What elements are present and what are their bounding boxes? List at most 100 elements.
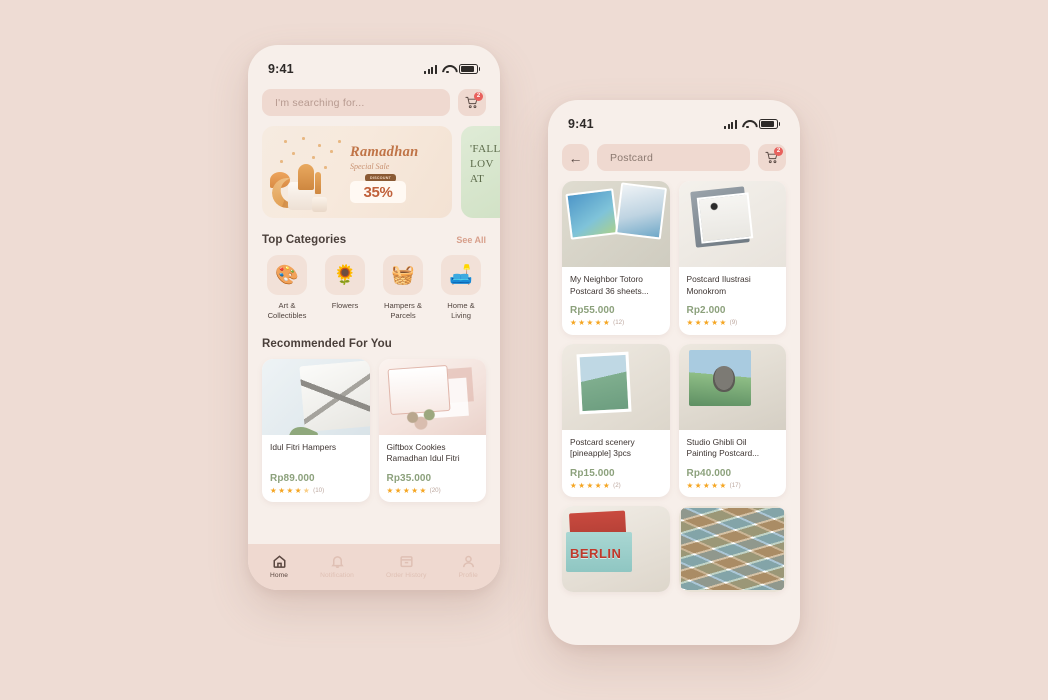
product-image xyxy=(378,358,486,435)
back-button[interactable]: ← xyxy=(562,144,589,171)
star-icon: ★ xyxy=(711,480,718,490)
star-icon: ★ xyxy=(570,318,577,327)
banner-carousel[interactable]: Ramadhan Special Sale DISCOUNT 35% 'FALL… xyxy=(248,126,500,218)
cart-button[interactable]: 2 xyxy=(758,144,786,171)
see-all-link[interactable]: See All xyxy=(456,235,486,245)
product-card[interactable] xyxy=(678,506,786,592)
product-card[interactable]: Studio Ghibli Oil Painting Postcard... R… xyxy=(678,343,787,498)
wifi-icon xyxy=(742,120,754,129)
product-info: Postcard Ilustrasi Monokrom Rp2.000 ★ ★ ★ ★… xyxy=(679,267,787,335)
home-screen: 9:41 I'm searching for... 2 Ramadhan Spe… xyxy=(248,45,500,590)
product-info: Idul Fitri Hampers Rp89.000 ★ ★ ★ ★ ★ (1… xyxy=(262,435,370,503)
star-icon: ★ xyxy=(694,318,702,327)
status-time: 9:41 xyxy=(268,62,294,76)
category-item-hampers[interactable]: 🧺 Hampers & Parcels xyxy=(378,255,428,322)
section-title-recommended: Recommended For You xyxy=(262,337,392,350)
banner-secondary[interactable]: 'FALL LOV AT xyxy=(461,126,500,218)
product-rating: ★ ★ ★ ★ ★ (17) xyxy=(686,480,779,490)
star-icon: ★ xyxy=(402,485,410,495)
star-icon: ★ xyxy=(586,480,594,490)
product-title: Idul Fitri Hampers xyxy=(270,441,337,452)
nav-item-home[interactable]: Home xyxy=(270,554,288,579)
banner-ramadhan[interactable]: Ramadhan Special Sale DISCOUNT 35% xyxy=(262,126,452,218)
product-card[interactable]: Idul Fitri Hampers Rp89.000 ★ ★ ★ ★ ★ (1… xyxy=(262,358,370,503)
rating-count: (20) xyxy=(429,486,441,494)
cart-badge: 2 xyxy=(474,92,483,101)
star-icon: ★ xyxy=(686,480,694,490)
banner-discount-value: 35% xyxy=(350,181,406,203)
status-bar: 9:41 xyxy=(248,45,500,85)
recommended-list: Idul Fitri Hampers Rp89.000 ★ ★ ★ ★ ★ (1… xyxy=(248,350,500,503)
bell-icon xyxy=(330,554,345,569)
postcard-overlay-text: BERLIN xyxy=(570,546,622,561)
star-icon: ★ xyxy=(702,318,710,327)
product-info: Studio Ghibli Oil Painting Postcard... R… xyxy=(679,430,787,498)
banner-text: Ramadhan Special Sale xyxy=(350,144,418,171)
product-info: My Neighbor Totoro Postcard 36 sheets...… xyxy=(562,267,670,335)
product-card[interactable]: BERLIN xyxy=(562,506,670,592)
product-rating: ★ ★ ★ ★ ★ (12) xyxy=(570,319,662,327)
search-results-screen: 9:41 ← Postcard 2 My Neighbor Totoro Pos… xyxy=(548,100,800,645)
cellular-signal-icon xyxy=(724,119,737,129)
wifi-icon xyxy=(442,65,454,74)
category-item-flowers[interactable]: 🌻 Flowers xyxy=(320,255,370,322)
product-card[interactable]: My Neighbor Totoro Postcard 36 sheets...… xyxy=(562,181,670,335)
nav-label: Notification xyxy=(320,571,354,579)
status-time: 9:41 xyxy=(568,117,594,131)
nav-item-profile[interactable]: Profile xyxy=(459,554,478,579)
search-results-header: ← Postcard 2 xyxy=(548,140,800,181)
star-icon: ★ xyxy=(294,485,302,495)
product-price: Rp15.000 xyxy=(570,467,615,479)
product-image xyxy=(678,343,786,430)
category-label: Home & Living xyxy=(447,301,475,321)
star-icon: ★ xyxy=(419,485,427,495)
star-icon: ★ xyxy=(686,318,694,327)
star-icon: ★ xyxy=(570,480,577,490)
gift-illustration xyxy=(268,146,350,214)
product-card[interactable]: Postcard Ilustrasi Monokrom Rp2.000 ★ ★ ★ ★… xyxy=(678,181,787,335)
nav-item-notification[interactable]: Notification xyxy=(320,554,354,579)
star-icon: ★ xyxy=(411,485,418,495)
search-results-content[interactable]: My Neighbor Totoro Postcard 36 sheets...… xyxy=(548,181,800,645)
home-search-row: I'm searching for... 2 xyxy=(248,85,500,126)
nav-item-order-history[interactable]: Order History xyxy=(386,554,427,579)
star-icon: ★ xyxy=(602,318,610,327)
search-input[interactable]: Postcard xyxy=(597,144,750,171)
art-palette-icon: 🎨 xyxy=(267,255,307,295)
cart-button[interactable]: 2 xyxy=(458,89,486,116)
product-card[interactable]: Postcard scenery [pineapple] 3pcs Rp15.0… xyxy=(562,343,670,497)
product-image xyxy=(678,506,786,592)
search-input[interactable]: I'm searching for... xyxy=(262,89,450,116)
category-label: Flowers xyxy=(331,301,359,310)
banner-title: Ramadhan xyxy=(350,144,419,160)
top-categories-header: Top Categories See All xyxy=(248,218,500,246)
bottom-navigation: Home Notification Order History Profile xyxy=(248,544,500,590)
star-icon: ★ xyxy=(286,485,294,495)
star-icon: ★ xyxy=(578,480,585,490)
cart-badge: 2 xyxy=(774,147,783,156)
gift-basket-icon: 🧺 xyxy=(383,255,423,295)
star-icon: ★ xyxy=(711,318,718,327)
product-title: Studio Ghibli Oil Painting Postcard... xyxy=(686,436,760,459)
rating-count: (10) xyxy=(313,486,325,494)
status-bar: 9:41 xyxy=(548,100,800,140)
nav-label: Profile xyxy=(458,571,478,579)
home-content[interactable]: Ramadhan Special Sale DISCOUNT 35% 'FALL… xyxy=(248,126,500,544)
rating-count: (2) xyxy=(613,481,621,489)
category-item-art[interactable]: 🎨 Art & Collectibles xyxy=(262,255,312,322)
category-item-home[interactable]: 🛋️ Home & Living xyxy=(436,255,486,322)
phone-home-mockup: 9:41 I'm searching for... 2 Ramadhan Spe… xyxy=(248,45,500,590)
status-icons xyxy=(724,119,780,129)
star-icon: ★ xyxy=(602,480,610,490)
status-icons xyxy=(424,64,480,74)
rating-count: (12) xyxy=(613,319,625,327)
product-card[interactable]: Giftbox Cookies Ramadhan Idul Fitri Rp35… xyxy=(378,358,486,502)
product-title: Giftbox Cookies Ramadhan Idul Fitri xyxy=(386,441,460,464)
phone-search-mockup: 9:41 ← Postcard 2 My Neighbor Totoro Pos… xyxy=(548,100,800,645)
star-icon: ★ xyxy=(594,318,602,327)
category-label: Art & Collectibles xyxy=(267,301,307,321)
product-rating: ★ ★ ★ ★ ★ (10) xyxy=(270,485,362,495)
star-icon: ★ xyxy=(386,485,394,495)
category-list: 🎨 Art & Collectibles 🌻 Flowers 🧺 Hampers … xyxy=(248,246,500,322)
product-title: Postcard Ilustrasi Monokrom xyxy=(686,274,751,296)
